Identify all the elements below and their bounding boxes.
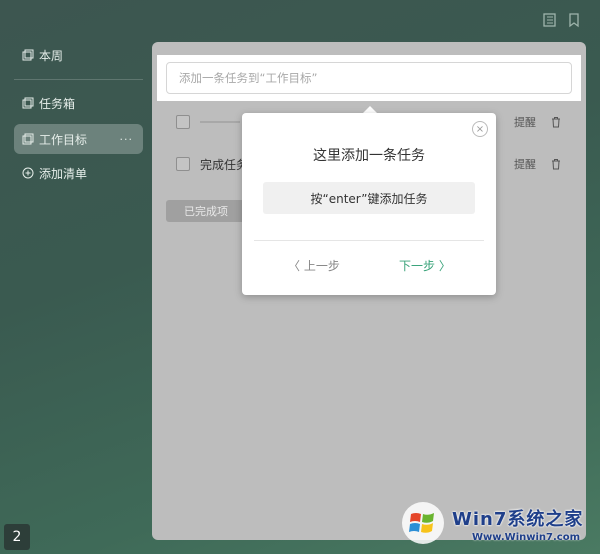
tour-popup: × 这里添加一条任务 按“enter”键添加任务 〈 上一步 下一步 〉 bbox=[242, 113, 496, 295]
step-badge: 2 bbox=[4, 524, 30, 550]
copy-icon bbox=[22, 49, 34, 61]
remind-button[interactable]: 提醒 bbox=[514, 114, 536, 130]
add-task-input[interactable] bbox=[166, 62, 572, 94]
more-options-icon[interactable]: ··· bbox=[120, 133, 134, 146]
list-view-icon[interactable] bbox=[542, 12, 558, 28]
popup-hint: 按“enter”键添加任务 bbox=[263, 182, 475, 214]
prev-step-button[interactable]: 〈 上一步 bbox=[288, 257, 340, 274]
sidebar-item-inbox[interactable]: 任务箱 bbox=[14, 88, 143, 118]
watermark-url: Www.Winwin7.com bbox=[472, 532, 581, 543]
sidebar-item-add-list[interactable]: 添加清单 bbox=[14, 158, 143, 188]
watermark-brand: Win7系统之家 bbox=[452, 509, 584, 530]
next-step-button[interactable]: 下一步 〉 bbox=[399, 257, 451, 274]
task-checkbox[interactable] bbox=[176, 157, 190, 171]
sidebar-item-work-goals[interactable]: 工作目标 ··· bbox=[14, 124, 143, 154]
bookmark-icon[interactable] bbox=[566, 12, 582, 28]
task-strike-line bbox=[200, 121, 240, 123]
sidebar-item-label: 添加清单 bbox=[39, 166, 88, 181]
sidebar-item-this-week[interactable]: 本周 bbox=[14, 40, 143, 70]
sidebar-divider bbox=[14, 79, 143, 80]
close-icon[interactable]: × bbox=[472, 121, 488, 137]
plus-circle-icon bbox=[22, 167, 34, 179]
task-checkbox[interactable] bbox=[176, 115, 190, 129]
copy-icon bbox=[22, 133, 34, 145]
remind-button[interactable]: 提醒 bbox=[514, 156, 536, 172]
popup-title: 这里添加一条任务 bbox=[313, 148, 425, 164]
popup-divider bbox=[254, 240, 484, 241]
sidebar-item-label: 任务箱 bbox=[39, 96, 76, 111]
sidebar-item-label: 工作目标 bbox=[39, 132, 88, 147]
copy-icon bbox=[22, 97, 34, 109]
windows-logo-icon bbox=[400, 500, 446, 546]
completed-items-button[interactable]: 已完成项 bbox=[166, 200, 246, 222]
trash-icon[interactable] bbox=[550, 158, 562, 170]
sidebar-item-label: 本周 bbox=[39, 48, 64, 63]
trash-icon[interactable] bbox=[550, 116, 562, 128]
task-label: 完成任务 bbox=[200, 157, 249, 172]
